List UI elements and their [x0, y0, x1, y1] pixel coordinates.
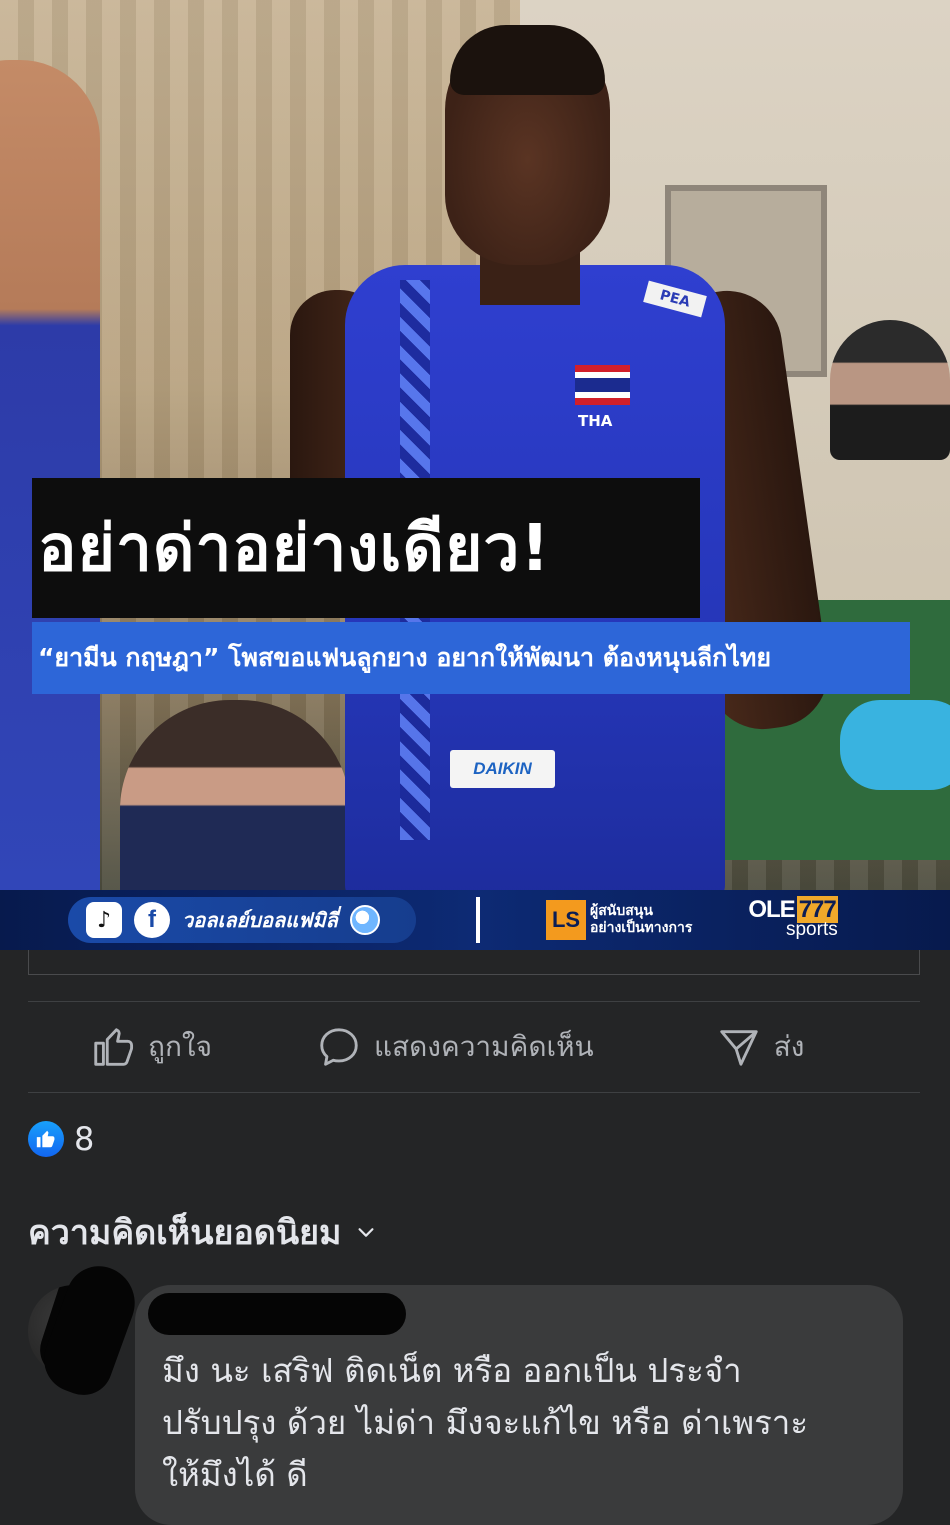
comment-label: แสดงความคิดเห็น	[373, 1030, 594, 1063]
tiktok-icon: ♪	[86, 902, 122, 938]
headline-text: อย่าด่าอย่างเดียว!	[38, 512, 551, 586]
ole-sub: sports	[785, 919, 838, 940]
thumbs-up-icon	[36, 1130, 55, 1148]
like-button[interactable]: ถูกใจ	[90, 1024, 212, 1070]
post-actions-bar: ถูกใจ แสดงความคิดเห็น ส่ง	[28, 1002, 920, 1092]
volleyball-player: THA PEA DAIKIN	[290, 20, 836, 920]
sponsor-caption: ผู้สนับสนุน อย่างเป็นทางการ	[590, 903, 692, 937]
reaction-count: 8	[74, 1120, 95, 1158]
comment-text: มึง นะ เสริฟ ติดเน็ต หรือ ออกเป็น ประจำ …	[162, 1351, 809, 1494]
like-label: ถูกใจ	[148, 1030, 212, 1063]
subheadline-text: “ยามีน กฤษฎา” โพสขอแฟนลูกยาง อยากให้พัฒน…	[38, 643, 772, 672]
comment-sort-label: ความคิดเห็นยอดนิยม	[28, 1213, 342, 1253]
brand-footer-bar: ♪ f วอลเลย์บอลแฟมิลี่ LS ผู้สนับสนุน อย่…	[0, 890, 950, 950]
brand-divider	[476, 897, 480, 943]
teammate-figure	[0, 60, 100, 890]
chevron-down-icon	[358, 1228, 374, 1237]
jersey-daikin-patch: DAIKIN	[450, 750, 555, 788]
facebook-icon: f	[134, 902, 170, 938]
headline-banner: อย่าด่าอย่างเดียว!	[32, 478, 700, 618]
share-button[interactable]: ส่ง	[716, 1024, 805, 1070]
avatar-redaction-overlay	[34, 1256, 146, 1404]
send-icon	[720, 1030, 758, 1066]
sponsor-line-1: ผู้สนับสนุน	[590, 903, 653, 919]
divider-bottom	[28, 1092, 920, 1093]
link-preview-frame	[28, 950, 920, 975]
subheadline-banner: “ยามีน กฤษฎา” โพสขอแฟนลูกยาง อยากให้พัฒน…	[32, 622, 910, 694]
ole-sports-logo: OLE 777 sports	[748, 896, 838, 940]
post-image[interactable]: THA PEA DAIKIN อย่าด่าอย่างเดียว! “ยามีน…	[0, 0, 950, 950]
page-brand-pill: ♪ f วอลเลย์บอลแฟมิลี่	[68, 897, 416, 943]
page-brand-name: วอลเลย์บอลแฟมิลี่	[182, 908, 338, 932]
comment-button[interactable]: แสดงความคิดเห็น	[316, 1024, 594, 1070]
thumbs-up-icon	[94, 1028, 134, 1066]
background-referee-arm	[840, 700, 950, 790]
sponsor-line-2: อย่างเป็นทางการ	[590, 920, 693, 936]
jersey-country-code: THA	[578, 412, 613, 430]
thai-flag-patch	[575, 365, 630, 405]
comment-sort-selector[interactable]: ความคิดเห็นยอดนิยม	[28, 1205, 377, 1259]
like-reaction-icon	[28, 1121, 64, 1157]
reactions-summary[interactable]: 8	[28, 1120, 94, 1158]
comment-bubble-icon	[320, 1028, 358, 1066]
volleyball-icon	[349, 905, 380, 935]
player-hair	[450, 25, 605, 95]
sponsor-logo-icon: LS	[546, 900, 586, 940]
background-spectator	[830, 320, 950, 460]
commenter-name-redaction	[148, 1293, 406, 1335]
share-label: ส่ง	[773, 1030, 805, 1063]
